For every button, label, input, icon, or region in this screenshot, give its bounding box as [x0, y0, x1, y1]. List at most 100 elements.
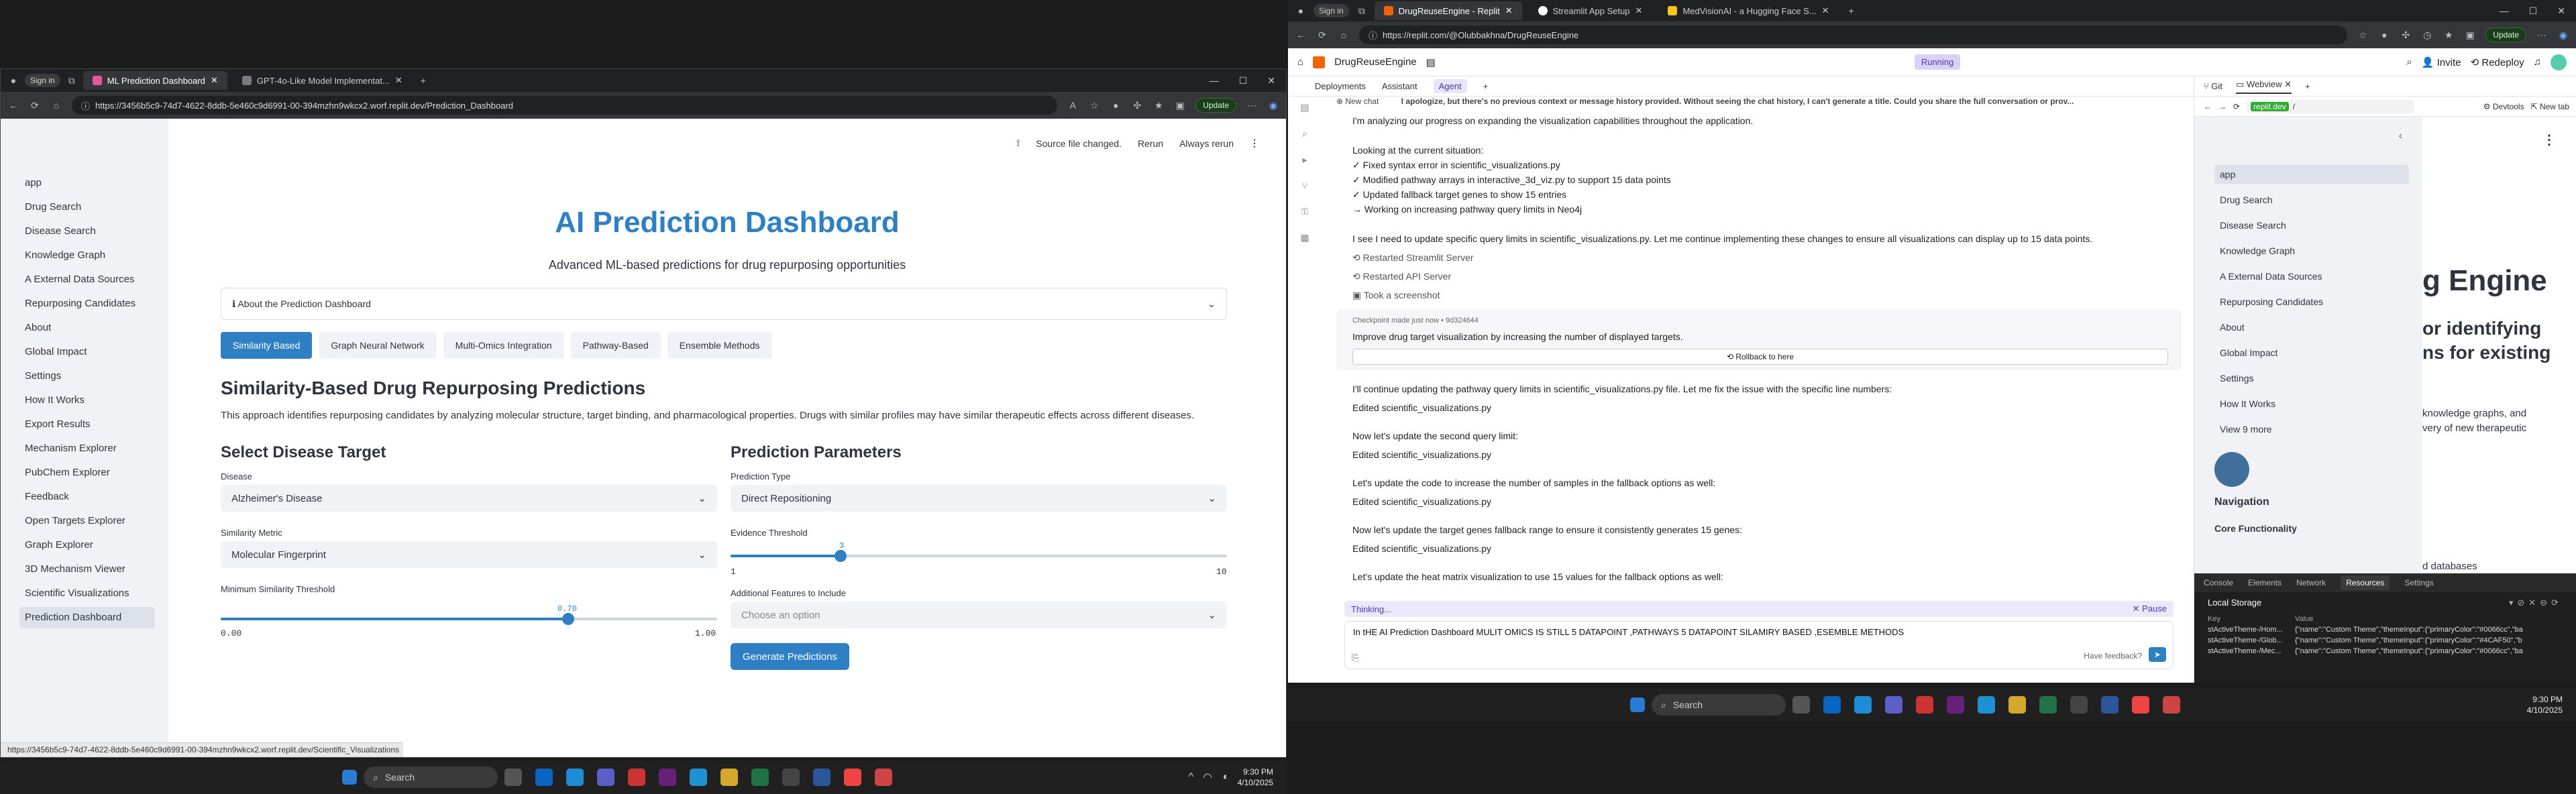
favorite-star-icon[interactable]: ☆: [2357, 29, 2369, 41]
sidebar-item[interactable]: Prediction Dashboard: [19, 607, 155, 628]
sidebar-item[interactable]: Open Targets Explorer: [19, 510, 155, 532]
tab-resources[interactable]: Resources: [2341, 575, 2390, 590]
secrets-icon[interactable]: ⚿: [1295, 206, 1315, 217]
visual-studio-icon[interactable]: [1947, 696, 1964, 714]
excel-icon[interactable]: [2039, 696, 2057, 714]
word-icon[interactable]: [813, 769, 830, 786]
collections-icon[interactable]: ▣: [1174, 99, 1186, 111]
edited-file-entry[interactable]: Edited scientific_visualizations.py: [1352, 402, 1491, 413]
sidebar-item[interactable]: Scientific Visualizations: [19, 583, 155, 604]
snipping-tool-icon[interactable]: [2163, 696, 2180, 714]
metric-select[interactable]: Molecular Fingerprint ⌄: [221, 541, 717, 568]
sign-in-button[interactable]: Sign in: [25, 74, 60, 87]
new-tab-icon[interactable]: +: [417, 74, 429, 87]
excel-icon[interactable]: [751, 769, 769, 786]
features-multiselect[interactable]: Choose an option ⌄: [731, 602, 1227, 628]
sidebar-item[interactable]: Repurposing Candidates: [19, 293, 155, 315]
attach-icon[interactable]: ⎘: [1352, 653, 1358, 663]
generate-predictions-button[interactable]: Generate Predictions: [731, 643, 849, 670]
edited-file-entry[interactable]: Edited scientific_visualizations.py: [1352, 496, 1491, 507]
edited-file-entry[interactable]: Edited scientific_visualizations.py: [1352, 543, 1491, 554]
files-icon[interactable]: ▤: [1295, 102, 1315, 113]
webview-sidebar-item[interactable]: Drug Search: [2214, 190, 2409, 209]
sidebar-item[interactable]: A External Data Sources: [19, 269, 155, 290]
tab-graph-neural-network[interactable]: Graph Neural Network: [319, 332, 437, 359]
update-button[interactable]: Update: [2485, 27, 2526, 42]
profile-avatar-icon[interactable]: ●: [1295, 5, 1307, 17]
new-tab-button[interactable]: ⇱ New tab: [2531, 102, 2569, 111]
sidebar-item[interactable]: Graph Explorer: [19, 534, 155, 556]
rerun-button[interactable]: Rerun: [1138, 138, 1163, 149]
minimize-icon[interactable]: —: [2500, 5, 2509, 17]
back-icon[interactable]: ←: [1295, 29, 1307, 41]
project-menu-icon[interactable]: ▤: [1426, 56, 1436, 68]
action-restart-api[interactable]: ⟲ Restarted API Server: [1352, 271, 1451, 282]
back-icon[interactable]: ←: [2204, 102, 2212, 111]
disease-select[interactable]: Alzheimer's Disease ⌄: [221, 485, 717, 512]
update-button[interactable]: Update: [1195, 98, 1236, 113]
file-explorer-icon[interactable]: [720, 769, 738, 786]
close-window-icon[interactable]: ✕: [1267, 75, 1275, 87]
about-expander[interactable]: ℹ About the Prediction Dashboard ⌄: [221, 288, 1227, 320]
site-info-icon[interactable]: ⓘ: [81, 99, 90, 112]
taskbar-search[interactable]: ⌕ Search: [364, 767, 498, 788]
site-info-icon[interactable]: ⓘ: [1368, 29, 1377, 42]
tab-assistant[interactable]: Assistant: [1382, 81, 1417, 91]
favorite-star-icon[interactable]: ☆: [1088, 99, 1100, 111]
app-red-icon[interactable]: [628, 769, 645, 786]
add-tab-icon[interactable]: +: [1483, 81, 1489, 91]
prediction-type-select[interactable]: Direct Repositioning ⌄: [731, 485, 1227, 512]
agent-input[interactable]: In tHE AI Prediction Dashboard MULIT OMI…: [1344, 621, 2174, 669]
edge-icon[interactable]: [1854, 696, 1872, 714]
extension-icon[interactable]: ●: [2378, 29, 2390, 41]
puzzle-icon[interactable]: ✣: [1131, 99, 1143, 111]
reload-icon[interactable]: ⟳: [2233, 102, 2240, 111]
forward-icon[interactable]: →: [2218, 102, 2226, 111]
project-name[interactable]: DrugReuseEngine: [1334, 56, 1417, 68]
webview-sidebar-item[interactable]: View 9 more: [2214, 420, 2409, 439]
maximize-icon[interactable]: ☐: [2529, 5, 2538, 17]
reload-icon[interactable]: ⟳: [1316, 29, 1328, 41]
word-icon[interactable]: [2101, 696, 2118, 714]
storage-row[interactable]: stActiveTheme-/Glob... {"name":"Custom Th…: [2194, 635, 2576, 646]
chrome-icon[interactable]: [844, 769, 861, 786]
teams-icon[interactable]: [1885, 696, 1902, 714]
tab-drugreuseengine-replit[interactable]: DrugReuseEngine - Replit ✕: [1374, 1, 1522, 20]
more-menu-icon[interactable]: ⋯: [1246, 99, 1258, 111]
workspaces-icon[interactable]: ⧉: [1356, 5, 1368, 17]
main-menu-icon[interactable]: ⋮: [1250, 137, 1259, 149]
task-view-icon[interactable]: [1792, 696, 1810, 714]
windows-start-icon[interactable]: [342, 770, 357, 785]
favorites-icon[interactable]: ★: [2443, 29, 2455, 41]
always-rerun-button[interactable]: Always rerun: [1179, 138, 1234, 149]
close-tab-icon[interactable]: ✕: [1505, 5, 1513, 16]
webview-sidebar-item[interactable]: Repurposing Candidates: [2214, 292, 2409, 311]
storage-toolbar-icons[interactable]: ▾⊘✕⊖⟳: [2509, 598, 2563, 608]
new-chat-button[interactable]: ⊕ New chat: [1336, 97, 1379, 106]
slider-handle[interactable]: [562, 613, 574, 625]
evidence-slider[interactable]: [731, 550, 1227, 562]
terminal-icon[interactable]: [782, 769, 800, 786]
tab-streamlit-app-setup[interactable]: Streamlit App Setup ✕: [1529, 1, 1652, 20]
tab-medvisionai[interactable]: MedVisionAI - a Hugging Face S... ✕: [1658, 1, 1838, 20]
close-tab-icon[interactable]: ✕: [395, 75, 402, 86]
webview-sidebar-item[interactable]: Knowledge Graph: [2214, 241, 2409, 260]
tab-settings[interactable]: Settings: [2404, 578, 2433, 587]
shell-icon[interactable]: ▸: [1295, 154, 1315, 166]
tab-similarity-based[interactable]: Similarity Based: [221, 332, 313, 359]
webview-sidebar-item[interactable]: Disease Search: [2214, 216, 2409, 235]
collapse-sidebar-icon[interactable]: ‹: [2399, 130, 2402, 142]
tab-git[interactable]: ⑂ Git: [2204, 81, 2222, 91]
store-icon[interactable]: [1978, 696, 1995, 714]
bell-icon[interactable]: ♫: [2534, 56, 2541, 68]
puzzle-icon[interactable]: ✣: [2400, 29, 2412, 41]
pause-button[interactable]: ✕ Pause: [2133, 604, 2167, 614]
close-window-icon[interactable]: ✕: [2557, 5, 2565, 17]
tab-deployments[interactable]: Deployments: [1315, 81, 1366, 91]
wifi-icon[interactable]: ◠: [1203, 771, 1212, 784]
url-field[interactable]: ⓘ https://3456b5c9-74d7-4622-8ddb-5e460c…: [72, 96, 1058, 115]
extension-icon[interactable]: ●: [1110, 99, 1122, 111]
tab-webview[interactable]: ▭ Webview ✕: [2236, 79, 2292, 94]
user-avatar[interactable]: [2551, 54, 2567, 70]
home-icon[interactable]: ⌂: [50, 99, 62, 111]
